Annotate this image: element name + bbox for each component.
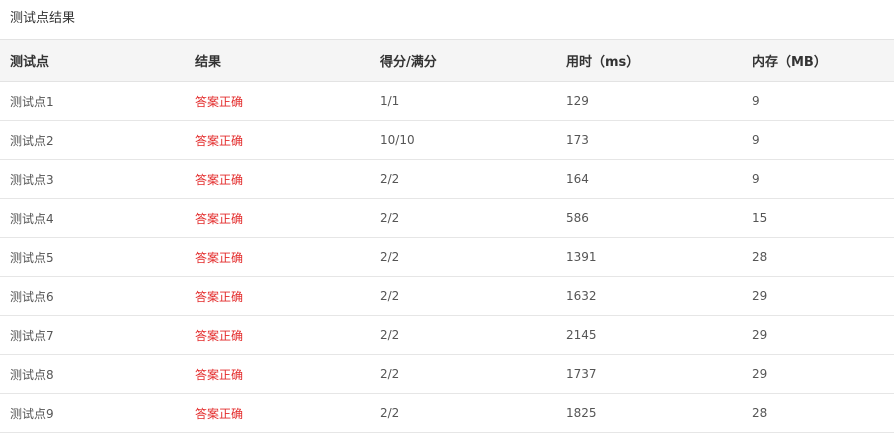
table-row: 测试点7 答案正确 2/2 2145 29 (0, 316, 894, 355)
header-score: 得分/满分 (380, 55, 437, 70)
cell-time: 173 (566, 133, 589, 147)
table-row: 测试点8 答案正确 2/2 1737 29 (0, 355, 894, 394)
cell-result: 答案正确 (195, 328, 244, 343)
cell-result: 答案正确 (195, 172, 244, 187)
table-row: 测试点1 答案正确 1/1 129 9 (0, 82, 894, 121)
cell-result: 答案正确 (195, 211, 244, 226)
cell-test-case: 测试点7 (10, 328, 54, 343)
header-memory: 内存（MB） (752, 55, 827, 70)
results-table-header: 测试点 结果 得分/满分 用时（ms） 内存（MB） (0, 39, 894, 82)
cell-time: 1737 (566, 367, 597, 381)
cell-score: 2/2 (380, 289, 400, 303)
cell-score: 2/2 (380, 172, 400, 186)
cell-time: 164 (566, 172, 589, 186)
section-title: 测试点结果 (10, 11, 76, 26)
cell-memory: 9 (752, 133, 760, 147)
cell-test-case: 测试点6 (10, 289, 54, 304)
cell-time: 1632 (566, 289, 597, 303)
cell-score: 1/1 (380, 94, 400, 108)
cell-test-case: 测试点8 (10, 367, 54, 382)
cell-time: 586 (566, 211, 589, 225)
table-row: 测试点5 答案正确 2/2 1391 28 (0, 238, 894, 277)
cell-memory: 28 (752, 406, 768, 420)
cell-test-case: 测试点3 (10, 172, 54, 187)
cell-time: 129 (566, 94, 589, 108)
results-table: 测试点 结果 得分/满分 用时（ms） 内存（MB） 测试点1 答案正确 1/1… (0, 39, 894, 433)
cell-test-case: 测试点9 (10, 406, 54, 421)
cell-score: 2/2 (380, 406, 400, 420)
header-test-case: 测试点 (10, 55, 50, 70)
cell-result: 答案正确 (195, 133, 244, 148)
cell-result: 答案正确 (195, 289, 244, 304)
cell-memory: 29 (752, 328, 768, 342)
cell-result: 答案正确 (195, 367, 244, 382)
cell-score: 2/2 (380, 250, 400, 264)
cell-score: 10/10 (380, 133, 415, 147)
cell-time: 2145 (566, 328, 597, 342)
cell-test-case: 测试点5 (10, 250, 54, 265)
cell-time: 1825 (566, 406, 597, 420)
table-row: 测试点2 答案正确 10/10 173 9 (0, 121, 894, 160)
cell-result: 答案正确 (195, 406, 244, 421)
table-row: 测试点4 答案正确 2/2 586 15 (0, 199, 894, 238)
cell-result: 答案正确 (195, 250, 244, 265)
cell-score: 2/2 (380, 211, 400, 225)
cell-memory: 29 (752, 367, 768, 381)
table-row: 测试点6 答案正确 2/2 1632 29 (0, 277, 894, 316)
cell-score: 2/2 (380, 328, 400, 342)
header-time: 用时（ms） (566, 55, 640, 70)
table-row: 测试点3 答案正确 2/2 164 9 (0, 160, 894, 199)
results-table-body: 测试点1 答案正确 1/1 129 9 测试点2 答案正确 10/10 173 … (0, 82, 894, 433)
cell-result: 答案正确 (195, 94, 244, 109)
cell-memory: 29 (752, 289, 768, 303)
cell-test-case: 测试点4 (10, 211, 54, 226)
cell-time: 1391 (566, 250, 597, 264)
cell-memory: 15 (752, 211, 768, 225)
cell-memory: 9 (752, 94, 760, 108)
cell-test-case: 测试点1 (10, 94, 54, 109)
cell-memory: 28 (752, 250, 768, 264)
header-result: 结果 (195, 55, 222, 70)
table-row: 测试点9 答案正确 2/2 1825 28 (0, 394, 894, 433)
test-results-panel: 测试点结果 测试点 结果 得分/满分 用时（ms） 内存（MB） 测试点1 答案… (0, 0, 894, 437)
cell-memory: 9 (752, 172, 760, 186)
header-row: 测试点 结果 得分/满分 用时（ms） 内存（MB） (0, 39, 894, 82)
cell-test-case: 测试点2 (10, 133, 54, 148)
cell-score: 2/2 (380, 367, 400, 381)
